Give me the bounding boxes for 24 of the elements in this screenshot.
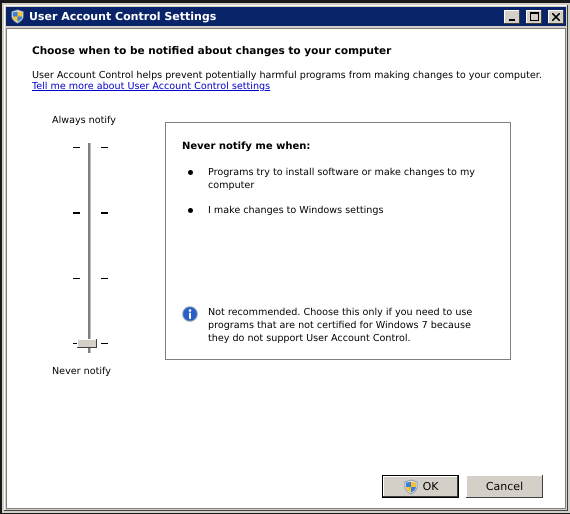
cancel-button[interactable]: Cancel bbox=[466, 475, 543, 498]
bullet-text: Programs try to install software or make changes to my computer bbox=[208, 166, 476, 192]
bullet-icon bbox=[188, 170, 193, 175]
info-icon bbox=[182, 306, 198, 322]
slider-top-label: Always notify bbox=[52, 115, 116, 126]
bullet-text: I make changes to Windows settings bbox=[208, 204, 384, 217]
slider-thumb[interactable] bbox=[77, 339, 97, 348]
description: User Account Control helps prevent potentially harmful programs from making changes to your computer. bbox=[32, 70, 543, 81]
heading: Choose when to be notified about changes to your computer bbox=[32, 45, 392, 57]
maximize-icon bbox=[530, 12, 538, 21]
shield-icon bbox=[402, 478, 419, 494]
warning-note: Not recommended. Choose this only if you need to use programs that are not certified for Windows 7 because they do not support User Account Control. bbox=[208, 306, 474, 345]
close-button[interactable] bbox=[548, 10, 564, 24]
minimize-icon bbox=[509, 18, 515, 20]
panel-title: Never notify me when: bbox=[182, 141, 312, 152]
slider-bottom-label: Never notify bbox=[52, 366, 111, 377]
minimize-button[interactable] bbox=[504, 10, 520, 24]
help-link[interactable]: Tell me more about User Account Control settings bbox=[32, 81, 270, 92]
close-icon bbox=[552, 12, 560, 20]
shield-icon bbox=[10, 9, 25, 24]
maximize-button[interactable] bbox=[526, 10, 542, 24]
bullet-icon bbox=[188, 208, 193, 213]
window-title: User Account Control Settings bbox=[29, 10, 218, 23]
ok-button[interactable]: OK bbox=[382, 475, 459, 498]
